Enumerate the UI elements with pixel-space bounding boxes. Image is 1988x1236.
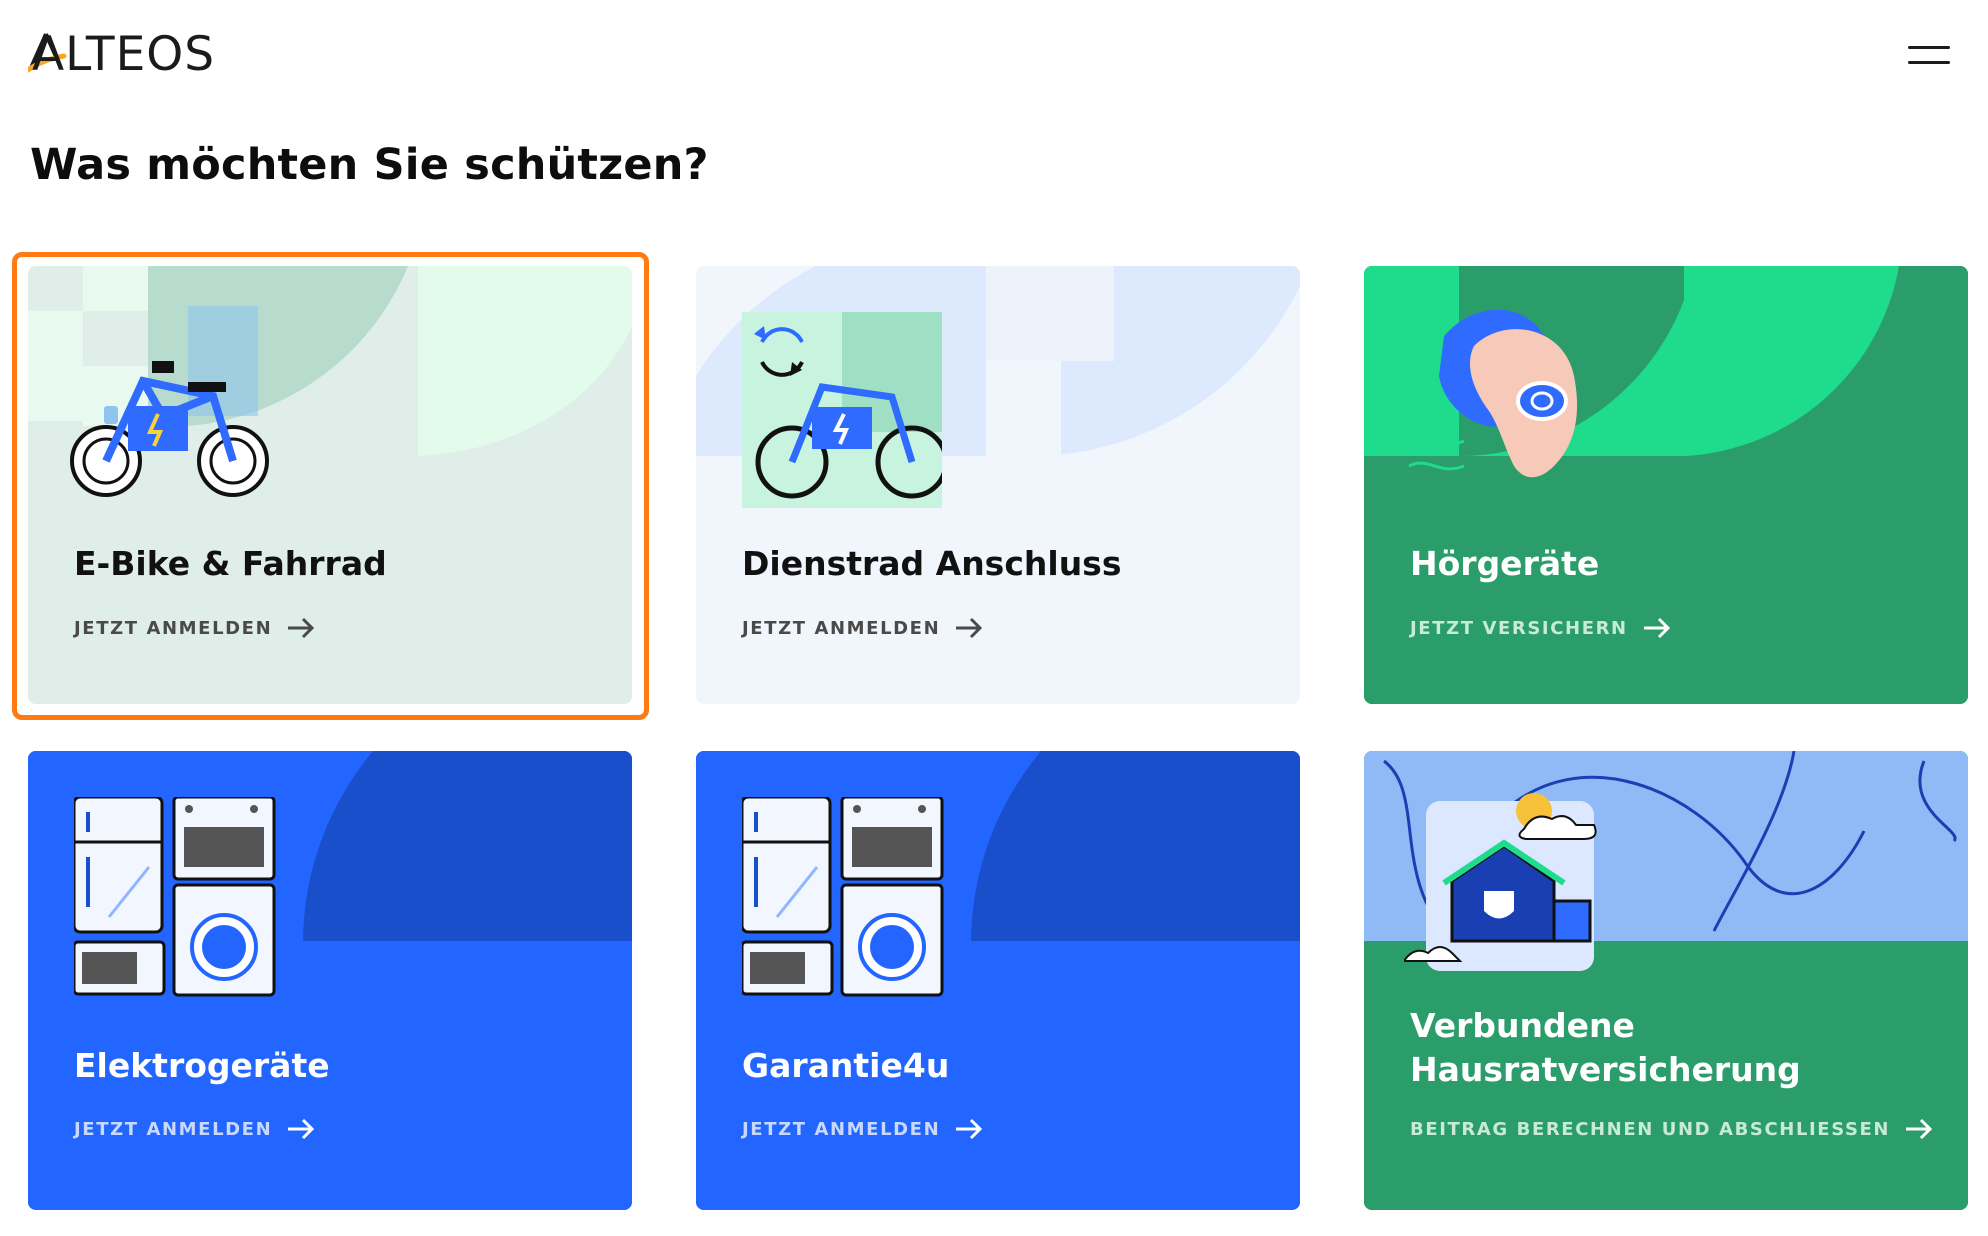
ear-hearing-aid-icon (1408, 309, 1578, 478)
arrow-right-icon (288, 617, 315, 639)
e-bike-icon (70, 306, 269, 497)
card-cta-label: JETZT ANMELDEN (74, 1118, 273, 1140)
card-cta[interactable]: JETZT ANMELDEN (74, 1117, 316, 1141)
page-title: Was möchten Sie schützen? (30, 140, 709, 190)
card-title: Garantie4u (742, 1046, 950, 1085)
arrow-right-icon (288, 1118, 315, 1140)
arrow-right-icon (956, 1118, 983, 1140)
card-cta[interactable]: JETZT ANMELDEN (742, 1117, 984, 1141)
menu-line (1908, 46, 1950, 49)
card-cta[interactable]: JETZT ANMELDEN (742, 616, 984, 640)
house-icon (1404, 793, 1597, 971)
appliances-icon (74, 797, 276, 997)
card-title: Dienstrad Anschluss (742, 544, 1122, 583)
card-title: Hörgeräte (1410, 544, 1600, 583)
card-cta[interactable]: JETZT VERSICHERN (1410, 616, 1672, 640)
card-elektrogeraete[interactable]: Elektrogeräte JETZT ANMELDEN (28, 751, 632, 1210)
brand-name: ALTEOS (32, 26, 216, 82)
card-title: Verbundene Hausratversicherung (1410, 1004, 1801, 1092)
arrow-right-icon (1643, 617, 1670, 639)
card-cta-label: JETZT ANMELDEN (742, 1118, 941, 1140)
card-title: Elektrogeräte (74, 1046, 330, 1085)
card-cta-label: JETZT ANMELDEN (74, 617, 273, 639)
arrow-right-icon (1906, 1118, 1933, 1140)
card-cta-label: BEITRAG BERECHNEN UND ABSCHLIESSEN (1410, 1118, 1891, 1140)
card-hoergeraete[interactable]: Hörgeräte JETZT VERSICHERN (1364, 266, 1968, 704)
appliances-icon (742, 797, 944, 997)
card-cta-label: JETZT ANMELDEN (742, 617, 941, 639)
bike-swap-icon (742, 312, 942, 508)
card-title-line: Verbundene (1410, 1006, 1635, 1045)
card-title: E-Bike & Fahrrad (74, 544, 387, 583)
card-cta[interactable]: JETZT ANMELDEN (74, 616, 316, 640)
header: ALTEOS (0, 0, 1988, 110)
card-ebike[interactable]: E-Bike & Fahrrad JETZT ANMELDEN (28, 266, 632, 704)
card-title-line: Hausratversicherung (1410, 1050, 1801, 1089)
card-hausratversicherung[interactable]: Verbundene Hausratversicherung BEITRAG B… (1364, 751, 1968, 1210)
card-cta-label: JETZT VERSICHERN (1410, 617, 1628, 639)
card-dienstrad[interactable]: Dienstrad Anschluss JETZT ANMELDEN (696, 266, 1300, 704)
menu-line (1908, 61, 1950, 64)
card-cta[interactable]: BEITRAG BERECHNEN UND ABSCHLIESSEN (1410, 1117, 1934, 1141)
hamburger-menu-icon[interactable] (1908, 44, 1952, 68)
alteos-logo[interactable]: ALTEOS (28, 26, 215, 82)
arrow-right-icon (956, 617, 983, 639)
card-garantie4u[interactable]: Garantie4u JETZT ANMELDEN (696, 751, 1300, 1210)
